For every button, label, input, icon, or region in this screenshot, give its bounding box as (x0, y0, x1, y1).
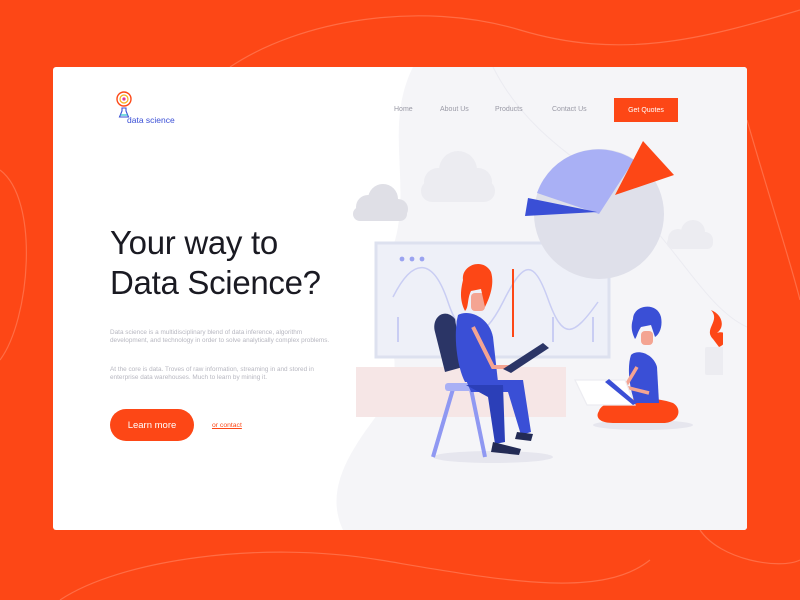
nav-about-us[interactable]: About Us (440, 106, 469, 113)
landing-card: data science Home About Us Products Cont… (53, 67, 747, 530)
logo-text: data science (127, 115, 175, 125)
cloud-middle (421, 151, 495, 202)
headline-line-2: Data Science? (110, 264, 321, 301)
hero-headline: Your way to Data Science? (110, 223, 370, 303)
nav-home[interactable]: Home (394, 106, 413, 113)
desk-block (356, 367, 566, 417)
nav-contact-us[interactable]: Contact Us (552, 106, 587, 113)
get-quotes-button[interactable]: Get Quotes (614, 98, 678, 122)
plant (705, 310, 723, 375)
logo[interactable]: data science (113, 89, 193, 129)
headline-line-1: Your way to (110, 224, 278, 261)
cloud-right (667, 220, 713, 249)
learn-more-button[interactable]: Learn more (110, 409, 194, 441)
or-contact-link[interactable]: or contact (212, 422, 242, 429)
hero-illustration (353, 141, 723, 463)
cloud-left (353, 184, 408, 221)
hero-paragraph-1: Data science is a multidisciplinary blen… (110, 329, 330, 345)
hero-paragraph-2: At the core is data. Troves of raw infor… (110, 366, 314, 382)
nav-products[interactable]: Products (495, 106, 523, 113)
